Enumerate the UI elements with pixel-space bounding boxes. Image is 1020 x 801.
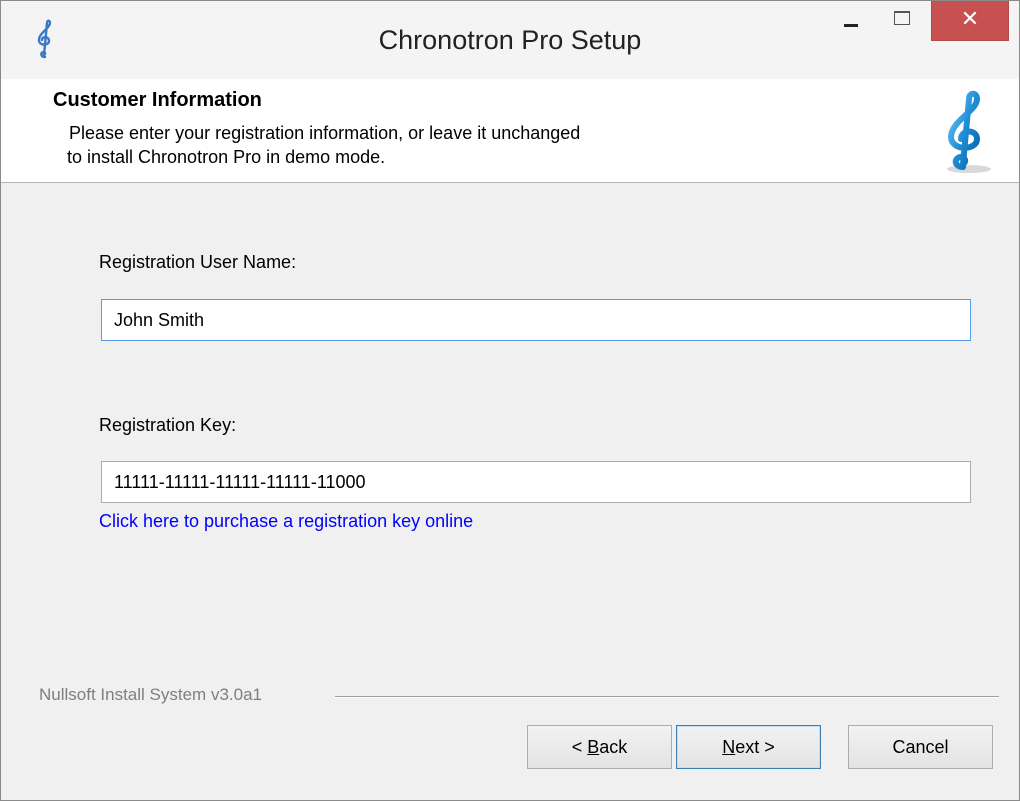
close-icon: ✕ [960, 7, 980, 32]
registration-key-input[interactable] [101, 461, 971, 503]
username-input[interactable] [101, 299, 971, 341]
installer-branding: Nullsoft Install System v3.0a1 [39, 685, 262, 704]
subtitle-line-2: to install Chronotron Pro in demo mode. [67, 147, 386, 167]
maximize-icon [894, 11, 910, 25]
setup-window: Chronotron Pro Setup ✕ Customer Informat… [0, 0, 1020, 801]
username-label: Registration User Name: [99, 252, 297, 272]
back-rest: ack [599, 737, 628, 757]
back-prefix: < [571, 737, 588, 757]
branding-divider [335, 696, 999, 698]
next-rest: ext > [735, 737, 775, 757]
next-mnemonic: N [722, 737, 736, 757]
treble-clef-icon [37, 19, 52, 59]
close-button[interactable]: ✕ [931, 1, 1009, 41]
maximize-button[interactable] [879, 1, 925, 41]
subtitle-line-1: Please enter your registration informati… [69, 123, 581, 143]
treble-clef-icon [947, 90, 991, 173]
title-bar[interactable]: Chronotron Pro Setup ✕ [1, 1, 1019, 79]
page-title: Customer Information [53, 89, 262, 111]
minimize-icon [844, 24, 858, 27]
purchase-key-link[interactable]: Click here to purchase a registration ke… [99, 511, 473, 532]
back-mnemonic: B [587, 737, 600, 757]
back-button[interactable]: < Back [527, 725, 672, 769]
page-subtitle: Please enter your registration informati… [67, 121, 829, 169]
cancel-button[interactable]: Cancel [848, 725, 993, 769]
next-button[interactable]: Next > [676, 725, 821, 769]
registration-key-label: Registration Key: [99, 415, 237, 435]
minimize-button[interactable] [829, 1, 875, 41]
header-panel: Customer Information Please enter your r… [1, 79, 1019, 183]
